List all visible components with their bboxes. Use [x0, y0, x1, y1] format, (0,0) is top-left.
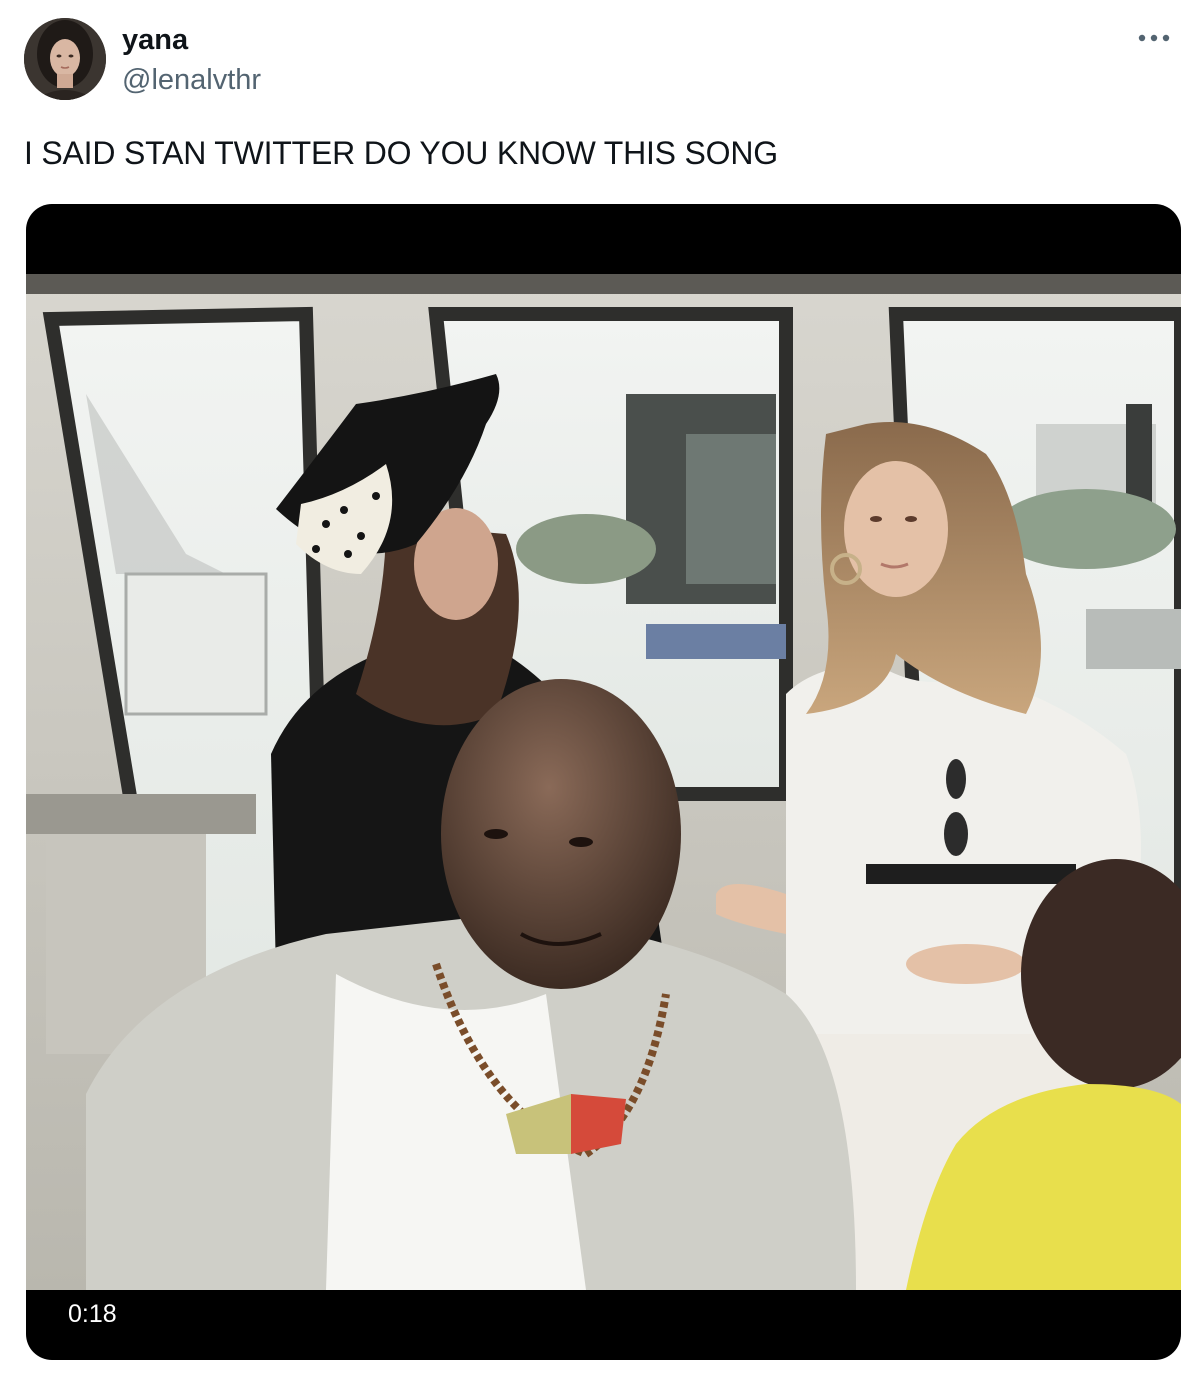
tweet-header: yana @lenalvthr: [24, 18, 1176, 102]
video-thumbnail: [26, 274, 1181, 1290]
more-options-button[interactable]: [1136, 24, 1172, 52]
author-display-name[interactable]: yana: [122, 22, 261, 58]
avatar-image: [24, 18, 106, 100]
video-frame[interactable]: [26, 274, 1181, 1290]
video-player[interactable]: 0:18: [26, 204, 1181, 1360]
tweet-text: I SAID STAN TWITTER DO YOU KNOW THIS SON…: [24, 135, 778, 171]
more-horizontal-icon: [1138, 34, 1170, 42]
avatar[interactable]: [24, 18, 106, 100]
author-block[interactable]: yana @lenalvthr: [122, 22, 261, 98]
video-duration-badge: 0:18: [54, 1296, 131, 1332]
author-handle[interactable]: @lenalvthr: [122, 62, 261, 98]
